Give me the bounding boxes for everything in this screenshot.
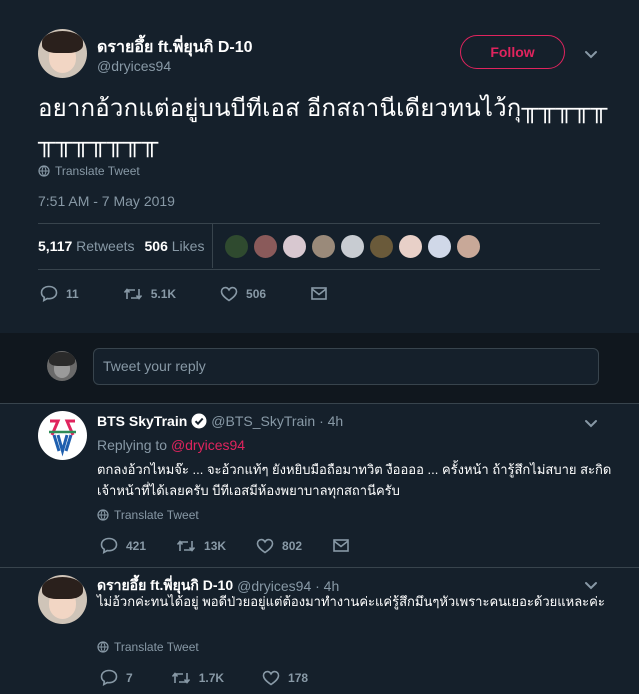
bts-skytrain-avatar[interactable] [38, 411, 87, 460]
reply-actions: 421 13K 802 [100, 537, 350, 554]
reply-author[interactable]: BTS SkyTrain @BTS_SkyTrain · 4h [97, 413, 343, 429]
divider [38, 269, 600, 270]
liker-avatar[interactable] [398, 234, 423, 259]
heart-icon [256, 538, 274, 554]
author-avatar[interactable] [38, 29, 87, 78]
tweet-timestamp[interactable]: 7:51 AM - 7 May 2019 [38, 193, 175, 209]
translate-label: Translate Tweet [114, 640, 199, 654]
liker-avatar[interactable] [427, 234, 452, 259]
verified-badge-icon [191, 413, 207, 429]
reply-button[interactable]: 421 [100, 537, 146, 554]
retweet-button[interactable]: 5.1K [123, 286, 176, 302]
engagement-stats: 5,117 Retweets 506 Likes [38, 238, 204, 254]
retweet-icon [171, 670, 191, 686]
tweet-actions: 11 5.1K 506 [40, 285, 328, 302]
likes-stat[interactable]: 506 Likes [145, 238, 205, 254]
retweet-icon [123, 286, 143, 302]
reply-icon [100, 669, 118, 686]
divider [212, 224, 213, 268]
globe-icon [97, 641, 109, 653]
translate-tweet-link[interactable]: Translate Tweet [97, 640, 199, 654]
retweets-stat[interactable]: 5,117 Retweets [38, 238, 135, 254]
chevron-down-icon[interactable] [583, 415, 599, 431]
reply-button[interactable]: 11 [40, 285, 79, 302]
divider [38, 223, 600, 224]
retweet-button[interactable]: 13K [176, 538, 226, 554]
like-button[interactable]: 802 [256, 538, 302, 554]
main-tweet: ดรายอึ้ย ft.พี่ยุนกิ D-10 @dryices94 Fol… [0, 0, 639, 333]
follow-button[interactable]: Follow [460, 35, 565, 69]
translate-tweet-link[interactable]: Translate Tweet [97, 508, 199, 522]
reply-text: ไม่อ้วกค่ะทนได้อยู่ พอดีป่วยอยู่แต่ต้องม… [97, 594, 605, 609]
liker-avatar[interactable] [311, 234, 336, 259]
retweet-button[interactable]: 1.7K [171, 670, 224, 686]
liker-avatar[interactable] [224, 234, 249, 259]
liker-avatar[interactable] [282, 234, 307, 259]
divider [0, 567, 639, 568]
reply-text: ตกลงอ้วกไหมจ๊ะ ... จะอ้วกแท้ๆ ยังหยิบมือ… [97, 462, 612, 498]
globe-icon [97, 509, 109, 521]
reply-icon [40, 285, 58, 302]
direct-message-button[interactable] [332, 538, 350, 553]
liker-avatar[interactable] [340, 234, 365, 259]
like-button[interactable]: 178 [262, 670, 308, 686]
replying-to-handle[interactable]: @dryices94 [171, 437, 245, 453]
liker-avatar[interactable] [456, 234, 481, 259]
author-name[interactable]: ดรายอึ้ย ft.พี่ยุนกิ D-10 [97, 35, 253, 60]
translate-tweet-link[interactable]: Translate Tweet [38, 164, 140, 178]
translate-label: Translate Tweet [114, 508, 199, 522]
divider [0, 403, 639, 404]
reply-input[interactable]: Tweet your reply [93, 348, 599, 385]
direct-message-button[interactable] [310, 286, 328, 301]
liker-avatar[interactable] [369, 234, 394, 259]
heart-icon [262, 670, 280, 686]
tweet-text: อยากอ้วกแต่อยู่บนบีทีเอส อีกสถานีเดียวทน… [38, 95, 608, 156]
chevron-down-icon[interactable] [583, 46, 599, 62]
author-handle[interactable]: @dryices94 [97, 58, 171, 74]
viewer-avatar [47, 351, 77, 381]
reply-author-avatar[interactable] [38, 575, 87, 624]
liker-avatars [224, 234, 481, 259]
replying-to: Replying to @dryices94 [97, 437, 246, 453]
like-button[interactable]: 506 [220, 286, 266, 302]
globe-icon [38, 165, 50, 177]
envelope-icon [310, 286, 328, 301]
liker-avatar[interactable] [253, 234, 278, 259]
reply-button[interactable]: 7 [100, 669, 133, 686]
heart-icon [220, 286, 238, 302]
translate-label: Translate Tweet [55, 164, 140, 178]
reply-actions: 7 1.7K 178 [100, 669, 308, 686]
envelope-icon [332, 538, 350, 553]
bts-logo-icon [49, 419, 76, 457]
reply-icon [100, 537, 118, 554]
retweet-icon [176, 538, 196, 554]
